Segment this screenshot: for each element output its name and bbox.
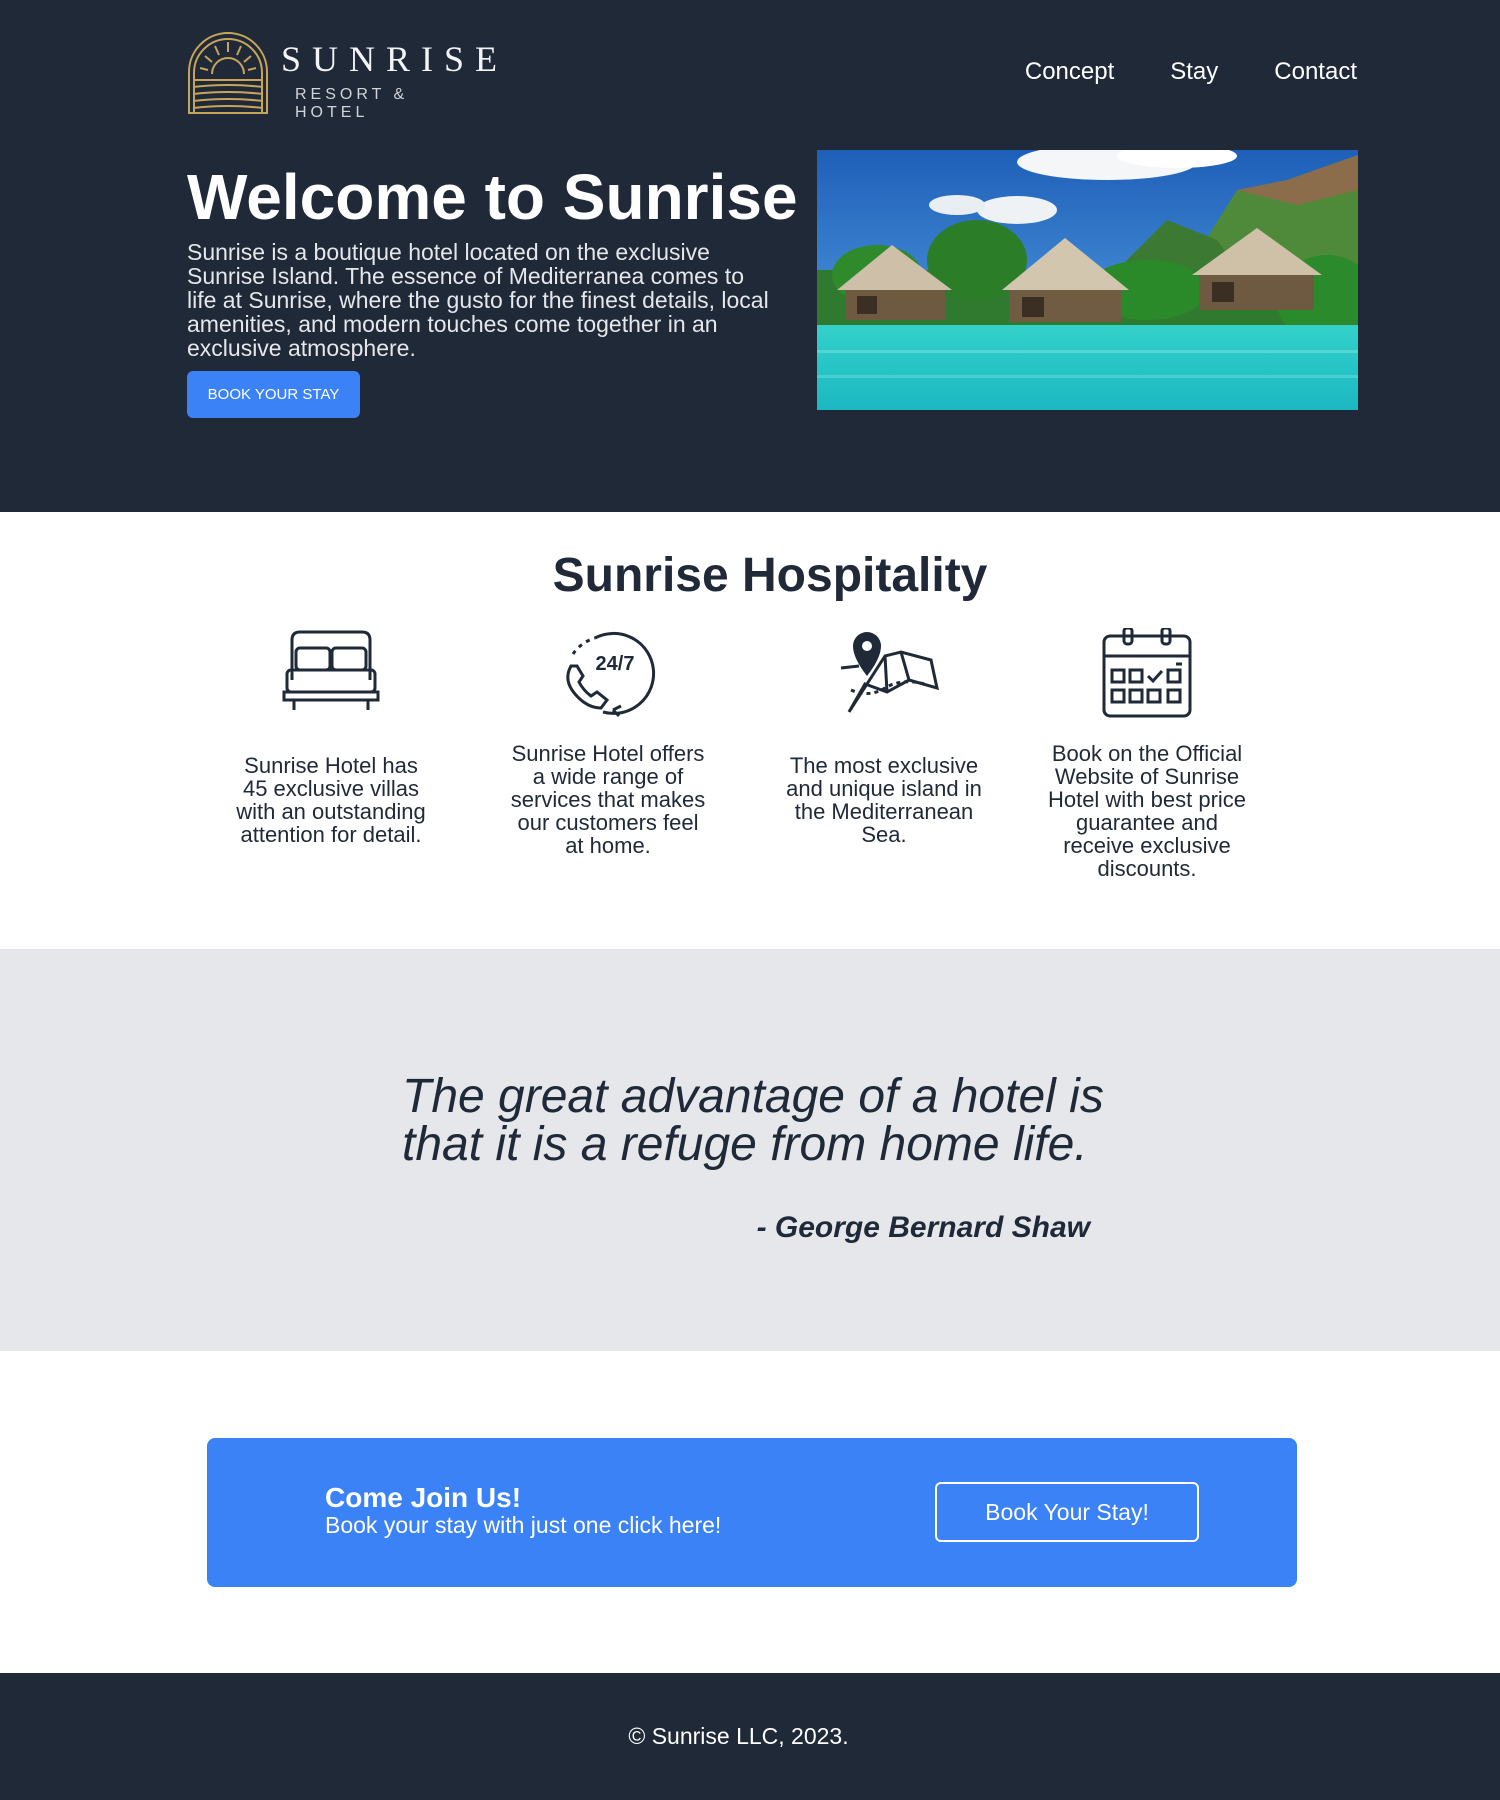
phone-24-7-icon: 24/7 — [566, 631, 656, 718]
quote-text: The great advantage of a hotel is that i… — [402, 1070, 1104, 1171]
nav-item-stay[interactable]: Stay — [1170, 58, 1218, 86]
hero-image — [817, 150, 1358, 410]
brand-name: SUNRISE — [281, 39, 509, 79]
cta-book-button[interactable]: Book Your Stay! — [935, 1482, 1199, 1542]
features-title: Sunrise Hospitality — [552, 549, 988, 602]
brand-logo[interactable]: SUNRISE RESORT & HOTEL — [187, 32, 497, 121]
brand-tagline: RESORT & HOTEL — [295, 86, 409, 121]
svg-text:24/7: 24/7 — [596, 653, 635, 675]
sunrise-logo-icon — [188, 32, 268, 114]
quote-section: The great advantage of a hotel is that i… — [0, 949, 1500, 1351]
nav-item-contact[interactable]: Contact — [1274, 58, 1357, 86]
cta-title: Come Join Us! — [325, 1482, 522, 1513]
nav-item-concept[interactable]: Concept — [1025, 58, 1114, 86]
quote-author: - George Bernard Shaw — [756, 1211, 1090, 1244]
book-your-stay-button[interactable]: BOOK YOUR STAY — [187, 371, 360, 418]
main-nav: Concept Stay Contact — [1025, 58, 1357, 86]
hero-title: Welcome to Sunrise — [187, 161, 798, 233]
cta-banner: Come Join Us! Book your stay with just o… — [207, 1438, 1297, 1587]
feature-island-text: The most exclusive and unique island in … — [786, 753, 982, 847]
bed-icon — [282, 630, 380, 710]
hero-description: Sunrise is a boutique hotel located on t… — [187, 239, 769, 361]
footer: © Sunrise LLC, 2023. — [0, 1673, 1500, 1800]
map-pin-icon — [840, 632, 939, 713]
footer-copyright: © Sunrise LLC, 2023. — [628, 1723, 849, 1749]
cta-subtitle: Book your stay with just one click here! — [325, 1512, 722, 1538]
feature-booking-text: Book on the Official Website of Sunrise … — [1047, 741, 1247, 881]
feature-services-text: Sunrise Hotel offers a wide range of ser… — [510, 741, 706, 858]
hero-section: SUNRISE RESORT & HOTEL Concept Stay Cont… — [0, 0, 1500, 512]
calendar-icon — [1102, 628, 1192, 718]
feature-villas-text: Sunrise Hotel has 45 exclusive villas wi… — [236, 753, 426, 847]
